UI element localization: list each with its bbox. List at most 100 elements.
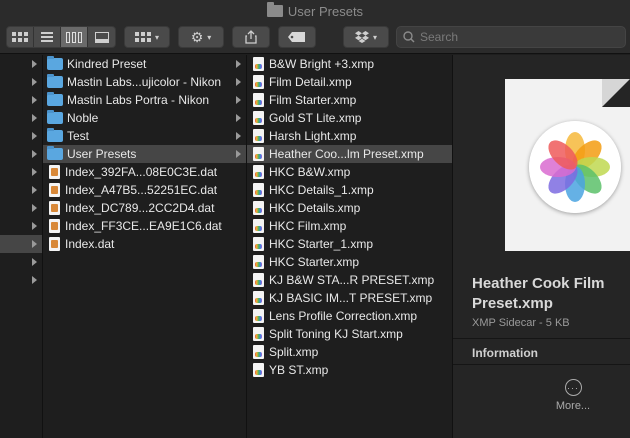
parent-folder-row[interactable]: [0, 253, 42, 271]
parent-folder-row[interactable]: [0, 271, 42, 289]
disclosure-arrow-icon: [32, 222, 37, 230]
xmp-file-row[interactable]: YB ST.xmp: [247, 361, 452, 379]
folder-row[interactable]: Kindred Preset: [43, 55, 246, 73]
parent-folder-row[interactable]: [0, 91, 42, 109]
disclosure-arrow-icon: [32, 132, 37, 140]
file-row[interactable]: Index_392FA...08E0C3E.dat: [43, 163, 246, 181]
xmp-file-row[interactable]: HKC Starter_1.xmp: [247, 235, 452, 253]
xmp-file-icon: [253, 237, 264, 251]
gallery-icon: [94, 31, 109, 43]
icon-view-button[interactable]: [7, 27, 34, 47]
parent-folder-row[interactable]: [0, 127, 42, 145]
item-label: HKC B&W.xmp: [269, 165, 351, 179]
parent-folder-row[interactable]: [0, 73, 42, 91]
xmp-file-row[interactable]: Film Starter.xmp: [247, 91, 452, 109]
xmp-file-row[interactable]: Split.xmp: [247, 343, 452, 361]
search-placeholder: Search: [420, 30, 459, 44]
disclosure-arrow-icon: [32, 240, 37, 248]
item-label: Film Detail.xmp: [269, 75, 352, 89]
item-label: Film Starter.xmp: [269, 93, 357, 107]
tags-button[interactable]: [278, 26, 316, 48]
xmp-file-icon: [253, 291, 264, 305]
item-label: Heather Coo...lm Preset.xmp: [269, 147, 424, 161]
xmp-file-icon: [253, 93, 264, 107]
column-user-presets-parent: Kindred Preset Mastin Labs...ujicolor - N…: [43, 55, 247, 438]
divider: [453, 364, 630, 365]
column-user-presets: B&W Bright +3.xmp Film Detail.xmp Film Sta…: [247, 55, 453, 438]
parent-folder-row[interactable]: [0, 145, 42, 163]
dropbox-icon: [354, 31, 369, 43]
title-bar: User Presets: [0, 0, 630, 22]
xmp-file-row[interactable]: KJ BASIC IM...T PRESET.xmp: [247, 289, 452, 307]
parent-folder-row[interactable]: [0, 55, 42, 73]
parent-folder-row[interactable]: [0, 199, 42, 217]
parent-folder-row[interactable]: [0, 181, 42, 199]
preview-file-name: Heather Cook Film Preset.xmp: [472, 275, 605, 312]
parent-folder-row[interactable]: [0, 217, 42, 235]
dropbox-button[interactable]: ▾: [343, 26, 389, 48]
file-row[interactable]: Index_A47B5...52251EC.dat: [43, 181, 246, 199]
gear-icon: ⚙: [190, 28, 204, 45]
xmp-file-row[interactable]: Harsh Light.xmp: [247, 127, 452, 145]
search-icon: [403, 31, 415, 43]
xmp-file-icon: [253, 255, 264, 269]
disclosure-arrow-icon: [32, 258, 37, 266]
action-button[interactable]: ⚙ ▾: [178, 26, 224, 48]
xmp-file-row[interactable]: B&W Bright +3.xmp: [247, 55, 452, 73]
parent-folder-row[interactable]: [0, 235, 42, 253]
file-row[interactable]: Index_DC789...2CC2D4.dat: [43, 199, 246, 217]
disclosure-arrow-icon: [32, 186, 37, 194]
xmp-file-icon: [253, 183, 264, 197]
xmp-file-row[interactable]: Split Toning KJ Start.xmp: [247, 325, 452, 343]
dat-file-icon: [49, 237, 60, 251]
item-label: Noble: [67, 111, 99, 125]
item-label: Index_A47B5...52251EC.dat: [65, 183, 218, 197]
more-button[interactable]: ··· More...: [543, 373, 603, 412]
item-label: HKC Starter_1.xmp: [269, 237, 374, 251]
parent-folder-row[interactable]: [0, 109, 42, 127]
item-label: Lens Profile Correction.xmp: [269, 309, 418, 323]
search-field[interactable]: Search: [396, 26, 626, 48]
folder-row[interactable]: User Presets: [43, 145, 246, 163]
folder-row[interactable]: Mastin Labs Portra - Nikon: [43, 91, 246, 109]
xmp-file-row[interactable]: Heather Coo...lm Preset.xmp: [247, 145, 452, 163]
column-parent: [0, 55, 43, 438]
toolbar: ▾ ⚙ ▾ ▾ Search: [0, 22, 630, 54]
xmp-file-row[interactable]: KJ B&W STA...R PRESET.xmp: [247, 271, 452, 289]
disclosure-arrow-icon: [32, 204, 37, 212]
xmp-file-row[interactable]: HKC B&W.xmp: [247, 163, 452, 181]
xmp-file-icon: [253, 309, 264, 323]
disclosure-arrow-icon: [32, 78, 37, 86]
folder-icon: [47, 110, 63, 124]
xmp-file-icon: [253, 327, 264, 341]
item-label: Harsh Light.xmp: [269, 129, 357, 143]
xmp-file-row[interactable]: Lens Profile Correction.xmp: [247, 307, 452, 325]
xmp-file-row[interactable]: HKC Details.xmp: [247, 199, 452, 217]
xmp-file-icon: [253, 273, 264, 287]
item-label: HKC Film.xmp: [269, 219, 347, 233]
folder-row[interactable]: Mastin Labs...ujicolor - Nikon: [43, 73, 246, 91]
photos-icon: [529, 121, 621, 213]
tag-icon: [288, 32, 305, 42]
folder-row[interactable]: Noble: [43, 109, 246, 127]
folder-row[interactable]: Test: [43, 127, 246, 145]
xmp-file-row[interactable]: Gold ST Lite.xmp: [247, 109, 452, 127]
column-view-button[interactable]: [61, 27, 88, 47]
xmp-file-row[interactable]: HKC Film.xmp: [247, 217, 452, 235]
grid-icon: [12, 32, 28, 42]
item-label: Gold ST Lite.xmp: [269, 111, 362, 125]
xmp-file-row[interactable]: HKC Details_1.xmp: [247, 181, 452, 199]
dat-file-icon: [49, 183, 60, 197]
gallery-view-button[interactable]: [88, 27, 115, 47]
share-button[interactable]: [232, 26, 270, 48]
list-view-button[interactable]: [34, 27, 61, 47]
parent-folder-row[interactable]: [0, 163, 42, 181]
xmp-file-row[interactable]: HKC Starter.xmp: [247, 253, 452, 271]
file-row[interactable]: Index.dat: [43, 235, 246, 253]
file-row[interactable]: Index_FF3CE...EA9E1C6.dat: [43, 217, 246, 235]
item-label: KJ BASIC IM...T PRESET.xmp: [269, 291, 433, 305]
group-button[interactable]: ▾: [124, 26, 170, 48]
item-label: HKC Starter.xmp: [269, 255, 360, 269]
xmp-file-icon: [253, 165, 264, 179]
xmp-file-row[interactable]: Film Detail.xmp: [247, 73, 452, 91]
